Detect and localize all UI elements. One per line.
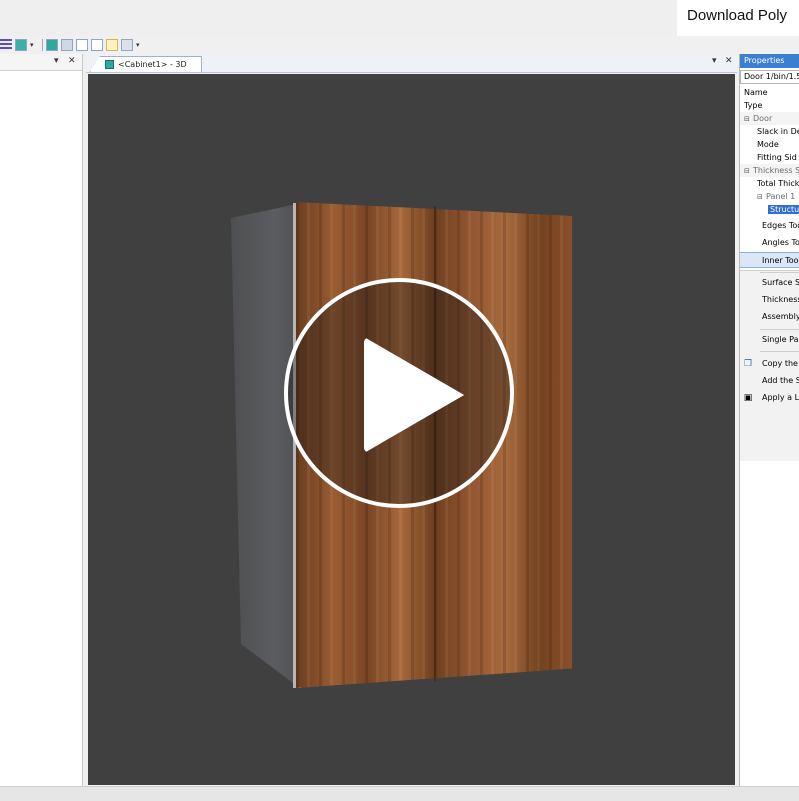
prop-row-slack[interactable]: Slack in De: [740, 125, 799, 138]
close-icon[interactable]: ✕: [725, 56, 733, 66]
save-icon: ▣: [743, 393, 753, 403]
properties-panel: Properties Door 1/bin/1.5 Name Type ⊟ Doo…: [739, 54, 799, 786]
play-button[interactable]: [284, 278, 514, 508]
tab-cabinet-3d[interactable]: <Cabinet1> - 3D: [90, 56, 202, 72]
prop-row-structure[interactable]: Structu: [740, 203, 799, 216]
cube-icon: [105, 60, 114, 69]
prop-row-mode[interactable]: Mode: [740, 138, 799, 151]
copy-icon: ❐: [743, 359, 753, 369]
prop-row-fitting-side[interactable]: Fitting Sid: [740, 151, 799, 164]
cube-teal-icon[interactable]: [46, 39, 58, 51]
collapse-icon[interactable]: ⊟: [744, 165, 753, 177]
cabinet-side-panel: [231, 204, 301, 689]
left-panel-header: ▾ ✕: [0, 54, 82, 71]
menu-separator: [760, 329, 799, 330]
menu-separator: [760, 351, 799, 352]
properties-title: Properties: [740, 54, 799, 68]
cube-grey-icon[interactable]: [121, 39, 133, 51]
play-icon: [364, 337, 464, 453]
menu-item-assembly[interactable]: Assembly: [740, 309, 799, 325]
cube-solid-icon[interactable]: [15, 39, 27, 51]
menu-item-angles[interactable]: Angles To: [740, 235, 799, 251]
toolbar: ▾ ▾: [0, 36, 170, 54]
prop-category-door[interactable]: ⊟ Door: [740, 112, 799, 125]
menu-item-copy[interactable]: ❐ Copy the: [740, 356, 799, 372]
prop-row-panel-1[interactable]: ⊟ Panel 1: [740, 190, 799, 203]
prop-row-type[interactable]: Type: [740, 99, 799, 112]
lines-icon[interactable]: [0, 39, 12, 51]
prop-row-total-thickness[interactable]: Total Thick: [740, 177, 799, 190]
menu-item-surface[interactable]: Surface S: [740, 275, 799, 291]
toolbar-dropdown-icon[interactable]: ▾: [136, 40, 142, 50]
prop-row-name[interactable]: Name: [740, 86, 799, 99]
left-panel: ▾ ✕: [0, 54, 83, 786]
cube-outline-icon[interactable]: [61, 39, 73, 51]
toolbar-separator: [42, 39, 43, 51]
frame-side-icon[interactable]: [91, 39, 103, 51]
prop-category-thickness[interactable]: ⊟ Thickness S: [740, 164, 799, 177]
door-view-icon[interactable]: [106, 39, 118, 51]
frame-icon[interactable]: [76, 39, 88, 51]
menu-item-thickness[interactable]: Thickness: [740, 292, 799, 308]
menu-item-apply[interactable]: ▣ Apply a L: [740, 390, 799, 406]
collapse-icon[interactable]: ⊟: [757, 191, 766, 203]
close-icon[interactable]: ✕: [68, 56, 76, 66]
tab-label: <Cabinet1> - 3D: [118, 60, 187, 69]
collapse-icon[interactable]: ⊟: [744, 113, 753, 125]
document-tabbar: <Cabinet1> - 3D ▾ ✕: [86, 54, 737, 73]
toolbar-dropdown-icon[interactable]: ▾: [30, 40, 36, 50]
document-area: <Cabinet1> - 3D ▾ ✕: [86, 54, 737, 786]
menu-separator: [760, 272, 799, 273]
menu-item-edges[interactable]: Edges Too: [740, 218, 799, 234]
menu-item-inner[interactable]: Inner Too: [740, 252, 799, 268]
pin-icon[interactable]: ▾: [54, 56, 59, 66]
menu-item-add[interactable]: Add the S: [740, 373, 799, 389]
status-bar: [0, 786, 799, 801]
download-banner[interactable]: Download Poly: [677, 0, 799, 36]
pin-icon[interactable]: ▾: [712, 56, 717, 66]
menu-item-single-panel[interactable]: Single Pa: [740, 332, 799, 348]
object-selector[interactable]: Door 1/bin/1.5: [740, 70, 799, 84]
3d-viewport[interactable]: [88, 74, 735, 785]
